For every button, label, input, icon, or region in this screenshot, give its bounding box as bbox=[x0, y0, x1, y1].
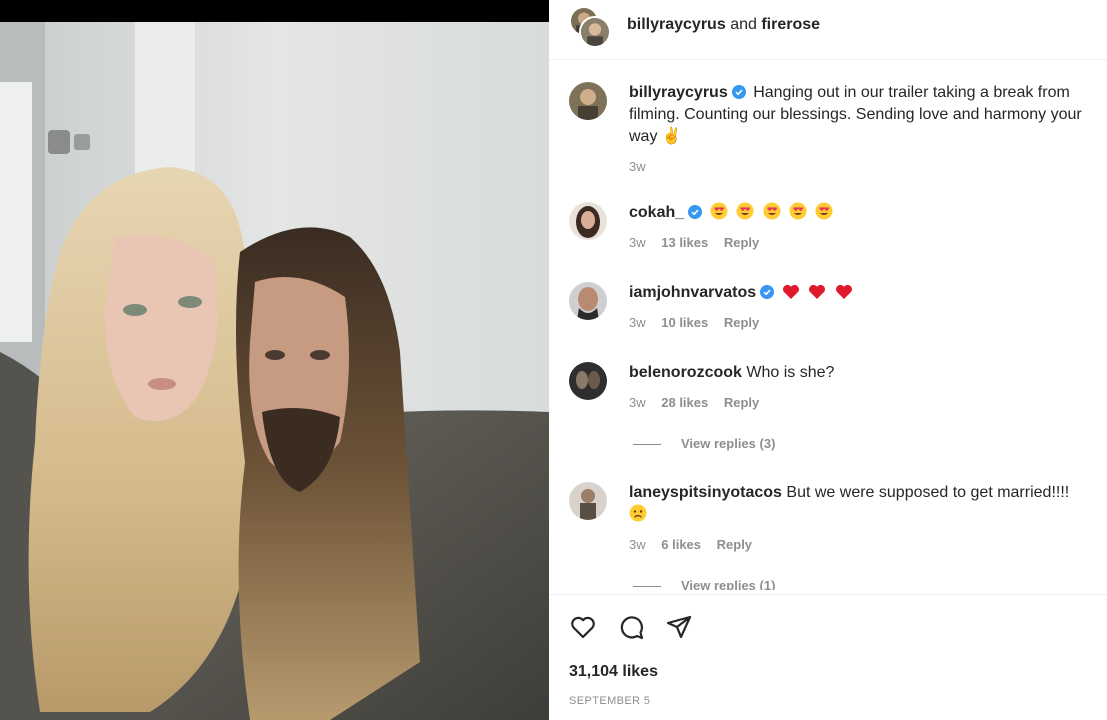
verified-badge-icon bbox=[688, 205, 703, 219]
reply-button[interactable]: Reply bbox=[724, 235, 759, 250]
avatar[interactable] bbox=[569, 82, 607, 120]
frowning-face-emoji-icon bbox=[629, 504, 647, 522]
post-panel: billyraycyrus and firerose billyraycyrus… bbox=[549, 0, 1107, 720]
heart-eyes-emoji-icon bbox=[710, 202, 728, 220]
comment-likes[interactable]: 13 likes bbox=[661, 235, 708, 250]
comments-list[interactable]: billyraycyrus Hanging out in our trailer… bbox=[549, 62, 1107, 590]
caption-time: 3w bbox=[629, 159, 646, 174]
red-heart-emoji-icon bbox=[835, 284, 852, 299]
header-connector: and bbox=[730, 16, 757, 33]
share-icon[interactable] bbox=[665, 613, 693, 641]
red-heart-emoji-row bbox=[782, 284, 857, 301]
comment-username[interactable]: cokah_ bbox=[629, 204, 684, 221]
comment-time: 3w bbox=[629, 395, 646, 410]
caption-username[interactable]: billyraycyrus bbox=[629, 84, 728, 101]
photo-top-bar bbox=[0, 0, 549, 22]
peace-emoji-icon: ✌️ bbox=[661, 128, 682, 145]
heart-eyes-emoji-row bbox=[710, 202, 838, 221]
post-title: billyraycyrus and firerose bbox=[627, 16, 820, 34]
reply-button[interactable]: Reply bbox=[717, 537, 752, 552]
comment-likes[interactable]: 10 likes bbox=[661, 315, 708, 330]
heart-eyes-emoji-icon bbox=[736, 202, 754, 220]
view-replies-button[interactable]: View replies (1) bbox=[633, 578, 775, 590]
red-heart-emoji-icon bbox=[782, 284, 799, 299]
view-replies-label[interactable]: View replies (3) bbox=[681, 436, 775, 451]
comment-username[interactable]: laneyspitsinyotacos bbox=[629, 484, 782, 501]
avatar[interactable] bbox=[569, 282, 607, 320]
divider-line bbox=[633, 444, 661, 446]
view-replies-label[interactable]: View replies (1) bbox=[681, 578, 775, 590]
divider-line bbox=[633, 586, 661, 588]
comment-time: 3w bbox=[629, 315, 646, 330]
heart-eyes-emoji-icon bbox=[815, 202, 833, 220]
header-username-2[interactable]: firerose bbox=[761, 16, 820, 33]
post-actions: 31,104 likes SEPTEMBER 5 bbox=[549, 594, 1107, 720]
post-date: SEPTEMBER 5 bbox=[569, 695, 651, 707]
comment-username[interactable]: belenorozcook bbox=[629, 364, 742, 381]
red-heart-emoji-icon bbox=[809, 284, 826, 299]
heart-eyes-emoji-icon bbox=[763, 202, 780, 220]
post-header: billyraycyrus and firerose bbox=[549, 0, 1107, 60]
comment-time: 3w bbox=[629, 235, 646, 250]
comment-likes[interactable]: 28 likes bbox=[661, 395, 708, 410]
avatar[interactable] bbox=[579, 16, 611, 48]
header-username-1[interactable]: billyraycyrus bbox=[627, 16, 726, 33]
heart-eyes-emoji-icon bbox=[789, 202, 807, 220]
likes-count[interactable]: 31,104 likes bbox=[569, 663, 658, 681]
selfie-image bbox=[0, 22, 549, 720]
comment-icon[interactable] bbox=[617, 613, 645, 641]
reply-button[interactable]: Reply bbox=[724, 315, 759, 330]
comment-likes[interactable]: 6 likes bbox=[661, 537, 701, 552]
comment-username[interactable]: iamjohnvarvatos bbox=[629, 284, 756, 301]
verified-badge-icon bbox=[731, 85, 746, 99]
post-photo[interactable] bbox=[0, 0, 549, 720]
view-replies-button[interactable]: View replies (3) bbox=[633, 436, 775, 451]
avatar[interactable] bbox=[569, 202, 607, 240]
comment-text: But we were supposed to get married!!!! bbox=[786, 484, 1070, 501]
avatar[interactable] bbox=[569, 482, 607, 520]
comment-text: Who is she? bbox=[746, 364, 835, 381]
collab-avatars[interactable] bbox=[569, 6, 611, 48]
comment-time: 3w bbox=[629, 537, 646, 552]
verified-badge-icon bbox=[760, 285, 775, 299]
reply-button[interactable]: Reply bbox=[724, 395, 759, 410]
heart-icon[interactable] bbox=[569, 613, 597, 641]
avatar[interactable] bbox=[569, 362, 607, 400]
